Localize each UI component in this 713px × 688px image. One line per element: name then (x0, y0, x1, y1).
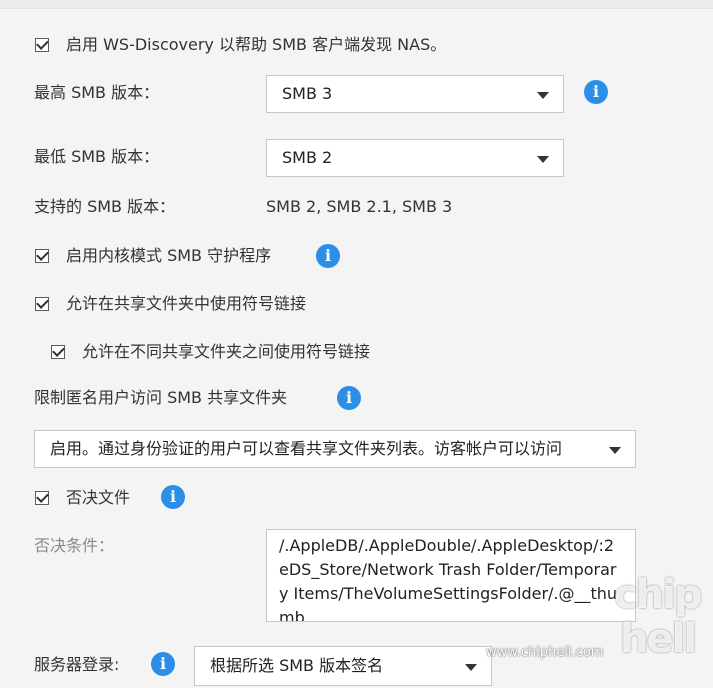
anon-restrict-value: 启用。通过身份验证的用户可以查看共享文件夹列表。访客帐户可以访问 (50, 439, 563, 458)
server-signing-label: 服务器登录: (34, 655, 120, 674)
server-signing-select[interactable]: 根据所选 SMB 版本签名 (194, 646, 492, 686)
ws-discovery-checkbox[interactable] (35, 38, 49, 52)
info-icon[interactable]: i (337, 386, 361, 410)
anon-restrict-select[interactable]: 启用。通过身份验证的用户可以查看共享文件夹列表。访客帐户可以访问 (34, 430, 636, 468)
chevron-down-icon (609, 447, 621, 454)
server-signing-value: 根据所选 SMB 版本签名 (210, 656, 384, 675)
watermark-logo-top: chip (614, 572, 703, 618)
chevron-down-icon (465, 664, 477, 671)
min-smb-value: SMB 2 (282, 148, 333, 167)
ws-discovery-label: 启用 WS-Discovery 以帮助 SMB 客户端发现 NAS。 (66, 35, 447, 54)
max-smb-label: 最高 SMB 版本： (34, 83, 160, 102)
veto-files-label: 否决文件 (66, 488, 131, 507)
symlinks-label: 允许在共享文件夹中使用符号链接 (66, 294, 307, 313)
info-icon[interactable]: i (151, 652, 175, 676)
info-icon[interactable]: i (316, 244, 340, 268)
chevron-down-icon (537, 92, 549, 99)
min-smb-label: 最低 SMB 版本： (34, 147, 160, 166)
supported-smb-label: 支持的 SMB 版本： (34, 197, 176, 216)
watermark-logo-bottom: hell (620, 616, 697, 662)
kernel-daemon-label: 启用内核模式 SMB 守护程序 (66, 246, 272, 265)
symlinks-checkbox[interactable] (35, 297, 49, 311)
info-icon[interactable]: i (161, 485, 185, 509)
cross-symlinks-label: 允许在不同共享文件夹之间使用符号链接 (82, 342, 371, 361)
min-smb-select[interactable]: SMB 2 (266, 139, 564, 177)
chevron-down-icon (537, 156, 549, 163)
cross-symlinks-checkbox[interactable] (51, 345, 65, 359)
kernel-daemon-checkbox[interactable] (35, 249, 49, 263)
supported-smb-value: SMB 2, SMB 2.1, SMB 3 (266, 197, 453, 216)
max-smb-select[interactable]: SMB 3 (266, 75, 564, 113)
veto-condition-label: 否决条件： (34, 536, 115, 555)
max-smb-value: SMB 3 (282, 84, 333, 103)
veto-files-checkbox[interactable] (35, 491, 49, 505)
anon-restrict-label: 限制匿名用户访问 SMB 共享文件夹 (34, 388, 288, 407)
veto-condition-textarea[interactable]: /.AppleDB/.AppleDouble/.AppleDesktop/:2e… (266, 529, 636, 622)
top-bar (0, 0, 713, 9)
watermark-url: www.chiphell.com (486, 645, 604, 660)
info-icon[interactable]: i (584, 80, 608, 104)
